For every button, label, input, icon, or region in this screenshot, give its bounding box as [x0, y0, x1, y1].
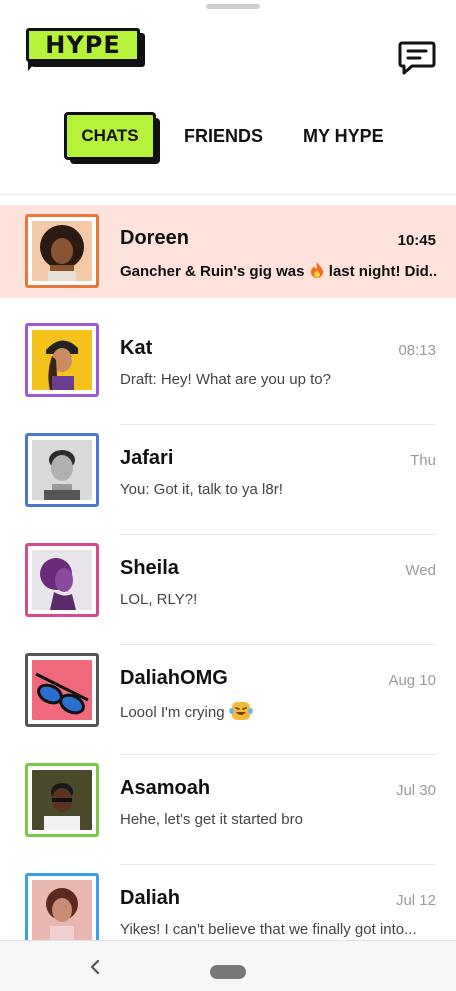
back-icon[interactable]: [88, 959, 102, 975]
chat-row-doreen[interactable]: Doreen 10:45 Gancher & Ruin's gig was la…: [0, 205, 456, 298]
avatar-frame: [25, 763, 99, 837]
chat-time: Thu: [410, 452, 436, 469]
avatar-frame: [25, 873, 99, 947]
chat-row-jafari[interactable]: Jafari Thu You: Got it, talk to ya l8r!: [0, 425, 456, 535]
chat-row-sheila[interactable]: Sheila Wed LOL, RLY?!: [0, 535, 456, 645]
chat-name: Sheila: [120, 557, 179, 579]
avatar: [32, 660, 92, 720]
tab-chats[interactable]: CHATS: [64, 112, 162, 164]
avatar-frame: [25, 323, 99, 397]
chat-row-asamoah[interactable]: Asamoah Jul 30 Hehe, let's get it starte…: [0, 755, 456, 865]
tab-bar: CHATS FRIENDS MY HYPE: [0, 112, 456, 168]
avatar: [32, 770, 92, 830]
chat-row-daliahomg[interactable]: DaliahOMG Aug 10 Loool I'm crying: [0, 645, 456, 755]
system-nav-bar: [0, 940, 456, 991]
top-drag-handle: [206, 4, 260, 9]
avatar-frame: [25, 653, 99, 727]
avatar: [32, 221, 92, 281]
avatar-frame: [25, 214, 99, 288]
chat-preview: LOL, RLY?!: [120, 591, 198, 608]
laughing-crying-emoji: [229, 701, 253, 725]
avatar: [32, 330, 92, 390]
avatar-frame: [25, 543, 99, 617]
chat-time: 10:45: [397, 232, 436, 249]
chat-name: Kat: [120, 337, 153, 359]
chat-time: Aug 10: [388, 672, 436, 689]
chat-name: Daliah: [120, 887, 181, 909]
chat-preview: Yikes! I can't believe that we finally g…: [120, 921, 417, 938]
chat-preview: Gancher & Ruin's gig was last night! Did…: [120, 261, 438, 283]
chat-name: Jafari: [120, 447, 174, 469]
tab-my-hype[interactable]: MY HYPE: [303, 126, 384, 147]
chat-preview: Hehe, let's get it started bro: [120, 811, 303, 828]
fire-emoji: [309, 261, 325, 283]
new-message-icon[interactable]: [398, 40, 436, 76]
chat-row-kat[interactable]: Kat 08:13 Draft: Hey! What are you up to…: [0, 315, 456, 425]
chat-time: Wed: [405, 562, 436, 579]
avatar-frame: [25, 433, 99, 507]
chat-name: Doreen: [120, 227, 189, 249]
avatar: [32, 550, 92, 610]
chat-list: Doreen 10:45 Gancher & Ruin's gig was la…: [0, 205, 456, 975]
chat-time: 08:13: [398, 342, 436, 359]
chat-time: Jul 30: [395, 782, 436, 799]
tab-friends[interactable]: FRIENDS: [184, 126, 263, 147]
chat-preview: You: Got it, talk to ya l8r!: [120, 481, 283, 498]
chat-preview: Loool I'm crying: [120, 701, 253, 725]
header-divider: [0, 194, 456, 195]
chat-name: Asamoah: [120, 777, 211, 799]
chat-name: DaliahOMG: [120, 667, 228, 689]
avatar: [32, 440, 92, 500]
chat-preview: Draft: Hey! What are you up to?: [120, 371, 331, 388]
home-button[interactable]: [210, 965, 246, 979]
tab-chats-label[interactable]: CHATS: [64, 112, 156, 160]
avatar: [32, 880, 92, 940]
hype-logo: HYPE: [26, 28, 150, 76]
chat-time: Jul 12: [395, 892, 436, 909]
